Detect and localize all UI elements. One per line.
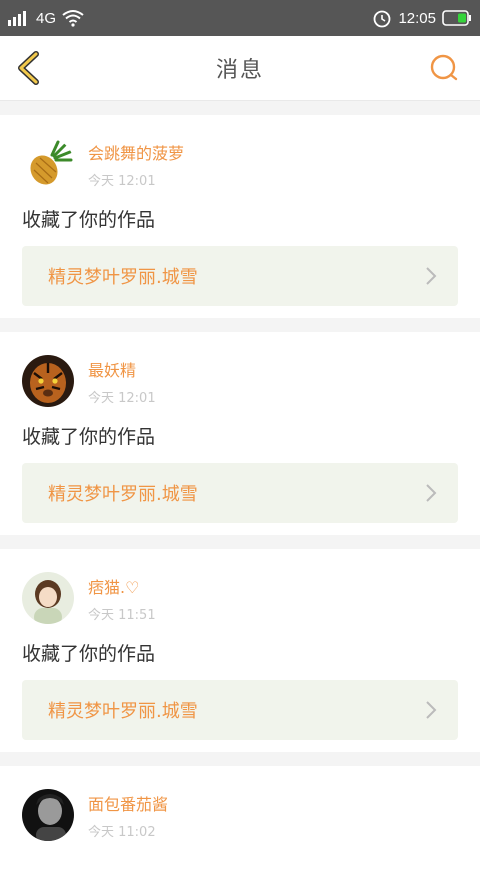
avatar-girl[interactable] bbox=[22, 572, 74, 624]
page-title: 消息 bbox=[215, 58, 264, 83]
chevron-right-icon bbox=[426, 267, 437, 285]
work-title: 精灵梦叶罗丽.城雪 bbox=[48, 484, 198, 505]
clock: 12:05 bbox=[398, 9, 436, 27]
alarm-icon bbox=[374, 10, 391, 28]
work-title: 精灵梦叶罗丽.城雪 bbox=[48, 701, 198, 722]
timestamp: 今天 11:02 bbox=[88, 824, 156, 840]
header: 消息 bbox=[0, 36, 480, 101]
chevron-right-icon bbox=[426, 701, 437, 719]
message-item: 最妖精 今天 12:01 收藏了你的作品 精灵梦叶罗丽.城雪 bbox=[0, 332, 480, 535]
signal-icon bbox=[8, 11, 26, 26]
message-item: 痞猫.♡ 今天 11:51 收藏了你的作品 精灵梦叶罗丽.城雪 bbox=[0, 549, 480, 752]
work-link[interactable]: 精灵梦叶罗丽.城雪 bbox=[22, 246, 458, 306]
action-text: 收藏了你的作品 bbox=[22, 209, 156, 231]
work-title: 精灵梦叶罗丽.城雪 bbox=[48, 267, 198, 288]
action-text: 收藏了你的作品 bbox=[22, 426, 156, 448]
username[interactable]: 最妖精 bbox=[88, 357, 156, 381]
action-text: 收藏了你的作品 bbox=[22, 643, 156, 665]
search-icon[interactable] bbox=[428, 52, 460, 84]
work-link[interactable]: 精灵梦叶罗丽.城雪 bbox=[22, 463, 458, 523]
chevron-right-icon bbox=[426, 484, 437, 502]
avatar-tiger[interactable] bbox=[22, 355, 74, 407]
work-link[interactable]: 精灵梦叶罗丽.城雪 bbox=[22, 680, 458, 740]
username[interactable]: 痞猫.♡ bbox=[88, 574, 156, 598]
username[interactable]: 面包番茄酱 bbox=[88, 791, 168, 815]
username[interactable]: 会跳舞的菠萝 bbox=[88, 140, 184, 164]
avatar-pineapple[interactable] bbox=[22, 138, 74, 190]
timestamp: 今天 12:01 bbox=[88, 173, 156, 189]
wifi-icon bbox=[62, 10, 84, 27]
battery-icon bbox=[442, 10, 471, 26]
network-type: 4G bbox=[36, 9, 57, 27]
timestamp: 今天 12:01 bbox=[88, 390, 156, 406]
status-bar: 4G 12:05 bbox=[0, 0, 480, 36]
message-item: 面包番茄酱 今天 11:02 bbox=[0, 766, 480, 876]
timestamp: 今天 11:51 bbox=[88, 607, 156, 623]
back-arrow-icon[interactable] bbox=[12, 50, 48, 86]
avatar-person[interactable] bbox=[22, 789, 74, 841]
message-item: 会跳舞的菠萝 今天 12:01 收藏了你的作品 精灵梦叶罗丽.城雪 bbox=[0, 115, 480, 318]
